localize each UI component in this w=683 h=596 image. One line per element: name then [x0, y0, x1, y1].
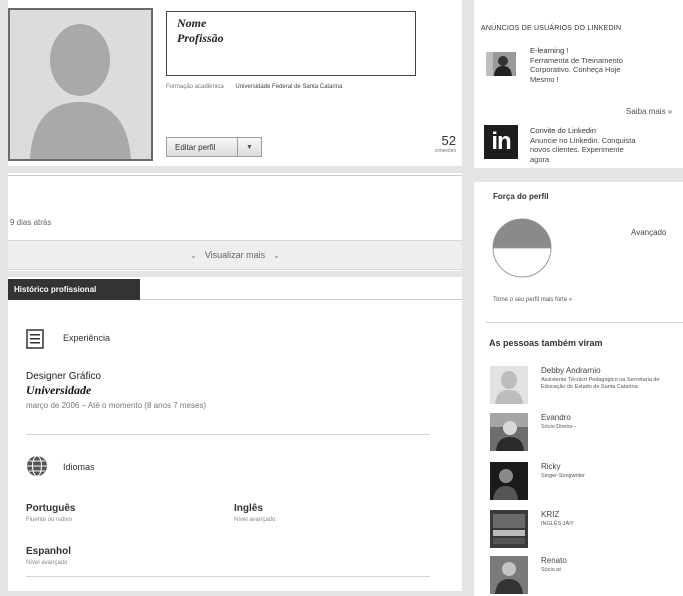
view-more-label: Visualizar mais: [204, 250, 266, 260]
profile-profession: Profissão: [177, 31, 224, 45]
connections-label: conexões: [434, 148, 456, 154]
person-name[interactable]: Renato: [541, 556, 567, 565]
ad-title: E-learning !: [530, 46, 569, 55]
profile-strength-tip-link[interactable]: Torne o seu perfil mais forte »: [493, 297, 572, 303]
language-level: Nível avançado: [234, 517, 276, 523]
ad-line: novos clientes. Experimente: [530, 145, 624, 154]
divider-line: [26, 576, 430, 577]
people-also-viewed-title: As pessoas também viram: [489, 338, 603, 348]
person-title: Sócio at: [541, 567, 561, 573]
ad-item[interactable]: Convite do Linkedin Anuncie no Linkedin.…: [530, 126, 680, 166]
ad-line: agora: [530, 154, 550, 164]
ad-line: Mesmo !: [530, 74, 559, 84]
language-level: Nível avançado: [26, 560, 68, 566]
chevron-down-icon: ⌄: [190, 250, 197, 260]
language-name: Espanhol: [26, 546, 72, 557]
profile-strength-level: Avançado: [631, 228, 667, 237]
person-title: Singer-Songwriter: [541, 473, 586, 479]
person-photo: [490, 462, 528, 500]
globe-icon: [27, 455, 47, 477]
name-profession-box[interactable]: Nome Profissão: [166, 11, 416, 76]
education-label: Formação acadêmica: [166, 84, 224, 90]
profile-strength-meter[interactable]: [492, 218, 552, 278]
avatar[interactable]: [490, 462, 528, 500]
ad-thumbnail[interactable]: [486, 52, 516, 76]
person-name[interactable]: Debby Andrarnio: [541, 366, 601, 375]
section-divider: [8, 271, 462, 277]
page-gutter: [0, 591, 462, 596]
avatar[interactable]: [490, 413, 528, 451]
avatar[interactable]: [490, 510, 528, 548]
activity-time-ago: 9 dias atrás: [10, 218, 52, 227]
ad-title: Convite do Linkedin: [530, 126, 596, 135]
person-photo: [490, 413, 528, 451]
page-gutter: [0, 0, 8, 596]
document-icon: [26, 329, 44, 349]
person-title: Assistente Técnico Pedagógico na Secreta…: [541, 377, 660, 390]
person-name[interactable]: Evandro: [541, 413, 571, 422]
divider-line: [8, 175, 462, 176]
job-period: março de 2006 – Até o momento (8 anos 7 …: [26, 401, 207, 410]
education-value[interactable]: Universidade Federal de Santa Catarina: [235, 84, 342, 90]
divider-line: [140, 299, 462, 300]
divider-line: [486, 322, 683, 323]
ad-item[interactable]: E-learning ! Ferramenta de Treinamento C…: [530, 46, 680, 84]
avatar-silhouette-icon: [10, 10, 151, 159]
ads-header: ANÚNCIOS DE USUÁRIOS DO LINKEDIN: [481, 25, 622, 32]
ad-line: Ferramenta de Treinamento: [530, 55, 623, 65]
edit-profile-button[interactable]: Editar perfil: [166, 137, 238, 157]
language-level: Fluente ou nativo: [26, 517, 73, 523]
experience-heading: Experiência: [63, 333, 111, 343]
profile-avatar[interactable]: [8, 8, 153, 161]
caret-down-icon: ▼: [246, 143, 253, 151]
edit-profile-dropdown-button[interactable]: ▼: [238, 137, 262, 157]
profile-strength-title: Força do perfil: [493, 192, 549, 201]
person-name[interactable]: KRIZ: [541, 510, 559, 519]
connections-count[interactable]: 52: [420, 134, 456, 148]
language-name: Inglês: [234, 503, 263, 514]
job-title[interactable]: Designer Gráfico: [26, 371, 101, 382]
language-name: Português: [26, 503, 76, 514]
strength-fill: [493, 219, 551, 248]
person-name[interactable]: Ricky: [541, 462, 561, 471]
languages-heading: Idiomas: [63, 462, 95, 472]
person-title: Sócio Diretor -: [541, 424, 577, 430]
default-avatar-icon: [490, 366, 528, 404]
person-photo: [490, 556, 528, 594]
ad-person-image: [486, 52, 516, 76]
person-title: INGLÊS JÁ!!!: [541, 521, 574, 527]
person-photo: [490, 510, 528, 548]
section-divider: [474, 168, 683, 182]
view-more-button[interactable]: ⌄ Visualizar mais ⌄: [8, 240, 462, 270]
avatar[interactable]: [490, 556, 528, 594]
education-row: Formação acadêmica Universidade Federal …: [166, 84, 342, 90]
chevron-down-icon: ⌄: [273, 250, 280, 260]
ad-line: Anuncie no Linkedin. Conquista: [530, 135, 636, 145]
tab-professional-history[interactable]: Histórico profissional: [8, 279, 140, 300]
profile-main-column: Nome Profissão Formação acadêmica Univer…: [0, 0, 462, 596]
divider-line: [26, 434, 430, 435]
column-gutter: [462, 0, 474, 596]
avatar[interactable]: [490, 366, 528, 404]
linkedin-logo-icon[interactable]: in: [484, 125, 518, 159]
learn-more-link[interactable]: Saiba mais »: [626, 107, 672, 116]
job-company[interactable]: Universidade: [26, 383, 91, 398]
section-divider: [8, 166, 462, 173]
profile-name: Nome: [177, 16, 207, 30]
ad-line: Corporativo. Conheça Hoje: [530, 65, 621, 74]
